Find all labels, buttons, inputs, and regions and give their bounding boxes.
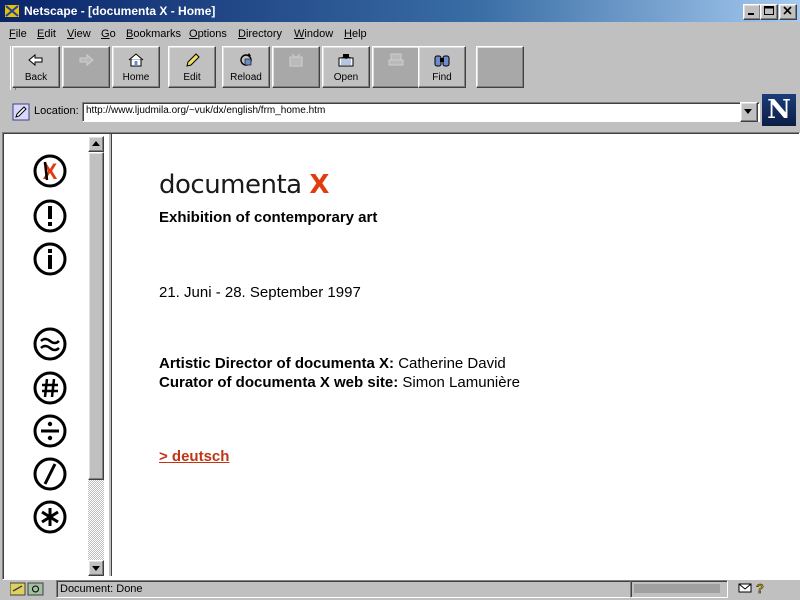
scroll-thumb[interactable] bbox=[88, 152, 104, 480]
scroll-down-button[interactable] bbox=[88, 560, 104, 576]
close-icon bbox=[783, 6, 792, 15]
divide-icon[interactable] bbox=[33, 414, 67, 448]
bookmark-pencil-icon[interactable] bbox=[12, 103, 30, 121]
forward-button[interactable] bbox=[62, 46, 110, 88]
web-curator: Curator of documenta X web site: Simon L… bbox=[159, 374, 520, 391]
title-bar[interactable]: Netscape - [documenta X - Home] bbox=[0, 0, 800, 22]
approx-icon[interactable] bbox=[33, 327, 67, 361]
menu-file[interactable]: File bbox=[9, 27, 27, 41]
home-label: Home bbox=[122, 72, 150, 83]
menu-help[interactable]: Help bbox=[344, 27, 367, 41]
home-icon bbox=[128, 53, 144, 67]
images-icon bbox=[289, 53, 303, 67]
curator-name: Simon Lamunière bbox=[398, 374, 520, 391]
stop-button[interactable] bbox=[476, 46, 524, 88]
close-button[interactable] bbox=[779, 4, 797, 20]
edit-button[interactable]: Edit bbox=[168, 46, 216, 88]
binoculars-icon bbox=[434, 55, 450, 67]
home-button[interactable]: Home bbox=[112, 46, 160, 88]
images-button[interactable] bbox=[272, 46, 320, 88]
find-label: Find bbox=[432, 72, 452, 83]
logo-word: documenta bbox=[159, 170, 310, 200]
open-label: Open bbox=[333, 72, 359, 83]
svg-text:?: ? bbox=[756, 581, 764, 595]
slash-icon[interactable] bbox=[33, 457, 67, 491]
minimize-icon bbox=[748, 13, 754, 15]
window-title: Netscape - [documenta X - Home] bbox=[24, 4, 216, 18]
open-button[interactable]: Open bbox=[322, 46, 370, 88]
director-label: Artistic Director of documenta X: bbox=[159, 355, 395, 372]
print-icon bbox=[388, 53, 404, 66]
back-label: Back bbox=[24, 72, 48, 83]
menu-go[interactable]: Go bbox=[101, 27, 116, 41]
back-arrow-icon bbox=[28, 53, 43, 67]
menu-view[interactable]: View bbox=[67, 27, 91, 41]
reload-icon bbox=[240, 53, 252, 66]
curator-label: Curator of documenta X web site: bbox=[159, 374, 399, 391]
menu-edit[interactable]: Edit bbox=[37, 27, 56, 41]
arrow-up-icon bbox=[92, 141, 100, 146]
maximize-button[interactable] bbox=[760, 4, 778, 20]
toolbar: Back Home Edit Reload Open Find bbox=[8, 44, 528, 90]
find-button[interactable]: Find bbox=[418, 46, 466, 88]
maximize-icon bbox=[764, 6, 774, 15]
subtitle: Exhibition of contemporary art bbox=[159, 209, 378, 226]
menu-bar: File Edit View Go Bookmarks Options Dire… bbox=[0, 24, 800, 44]
status-text: Document: Done bbox=[56, 580, 631, 598]
progress-bar bbox=[634, 584, 720, 593]
pencil-icon bbox=[186, 53, 200, 67]
dx-logo-icon[interactable]: X bbox=[33, 154, 67, 188]
open-icon bbox=[338, 54, 354, 67]
netscape-logo[interactable]: N bbox=[762, 94, 796, 126]
menu-options[interactable]: Options bbox=[189, 27, 227, 41]
minimize-button[interactable] bbox=[743, 4, 761, 20]
asterisk-icon[interactable] bbox=[33, 500, 67, 534]
menu-bookmarks[interactable]: Bookmarks bbox=[126, 27, 181, 41]
location-url[interactable]: http://www.ljudmila.org/~vuk/dx/english/… bbox=[86, 104, 325, 118]
help-question-icon[interactable]: ? bbox=[754, 581, 766, 595]
exhibition-dates: 21. Juni - 28. September 1997 bbox=[159, 284, 361, 301]
reload-label: Reload bbox=[230, 72, 262, 83]
location-label: Location: bbox=[34, 105, 79, 117]
arrow-down-icon bbox=[92, 566, 100, 571]
print-button[interactable] bbox=[372, 46, 420, 88]
menu-directory[interactable]: Directory bbox=[238, 27, 282, 41]
status-icons: ? bbox=[730, 580, 794, 596]
menu-window[interactable]: Window bbox=[294, 27, 333, 41]
location-dropdown-button[interactable] bbox=[740, 102, 758, 122]
back-button[interactable]: Back bbox=[12, 46, 60, 88]
chevron-down-icon bbox=[744, 109, 752, 114]
documenta-logo: documenta X bbox=[159, 170, 329, 200]
scroll-up-button[interactable] bbox=[88, 136, 104, 152]
hash-icon[interactable] bbox=[33, 371, 67, 405]
artistic-director: Artistic Director of documenta X: Cather… bbox=[159, 355, 506, 372]
exclamation-icon[interactable] bbox=[33, 199, 67, 233]
edit-label: Edit bbox=[183, 72, 201, 83]
progress-indicator bbox=[630, 580, 728, 598]
forward-arrow-icon bbox=[79, 53, 94, 67]
security-key-icon[interactable] bbox=[10, 582, 44, 596]
netscape-app-icon bbox=[5, 5, 19, 17]
mail-icon[interactable] bbox=[738, 582, 752, 594]
logo-x: X bbox=[309, 170, 329, 200]
frame-divider[interactable] bbox=[108, 134, 112, 576]
info-icon[interactable] bbox=[33, 242, 67, 276]
deutsch-link[interactable]: > deutsch bbox=[159, 448, 229, 465]
navigation-scrollbar[interactable] bbox=[88, 136, 104, 576]
director-name: Catherine David bbox=[394, 355, 506, 372]
reload-button[interactable]: Reload bbox=[222, 46, 270, 88]
